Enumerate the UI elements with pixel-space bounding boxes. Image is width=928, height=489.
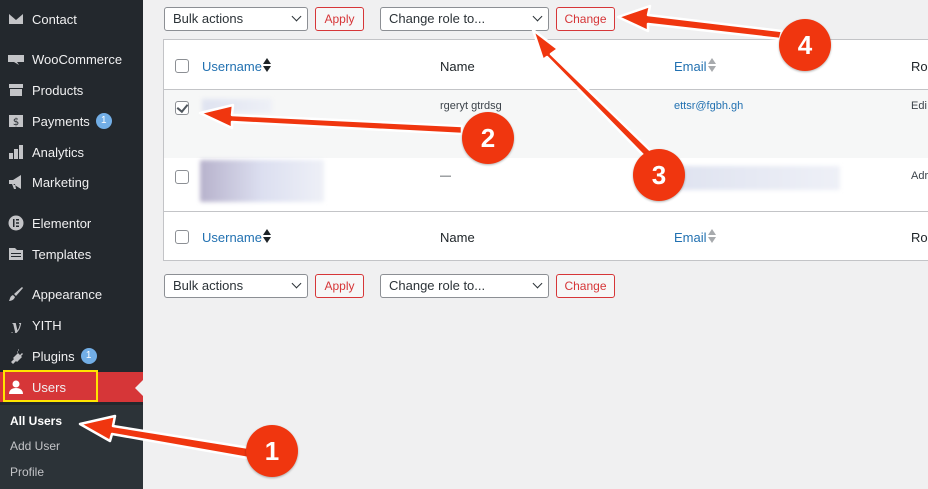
annotation-marker-1: 1 (246, 425, 298, 477)
annotation-marker-2: 2 (462, 112, 514, 164)
annotation-marker-3: 3 (633, 149, 685, 201)
annotation-arrow-1 (78, 414, 252, 460)
annotation-arrow-4 (616, 4, 784, 41)
annotation-arrow-3 (531, 28, 654, 160)
annotation-arrow-2 (198, 103, 464, 136)
annotation-arrows (78, 4, 784, 460)
annotation-marker-4: 4 (779, 19, 831, 71)
